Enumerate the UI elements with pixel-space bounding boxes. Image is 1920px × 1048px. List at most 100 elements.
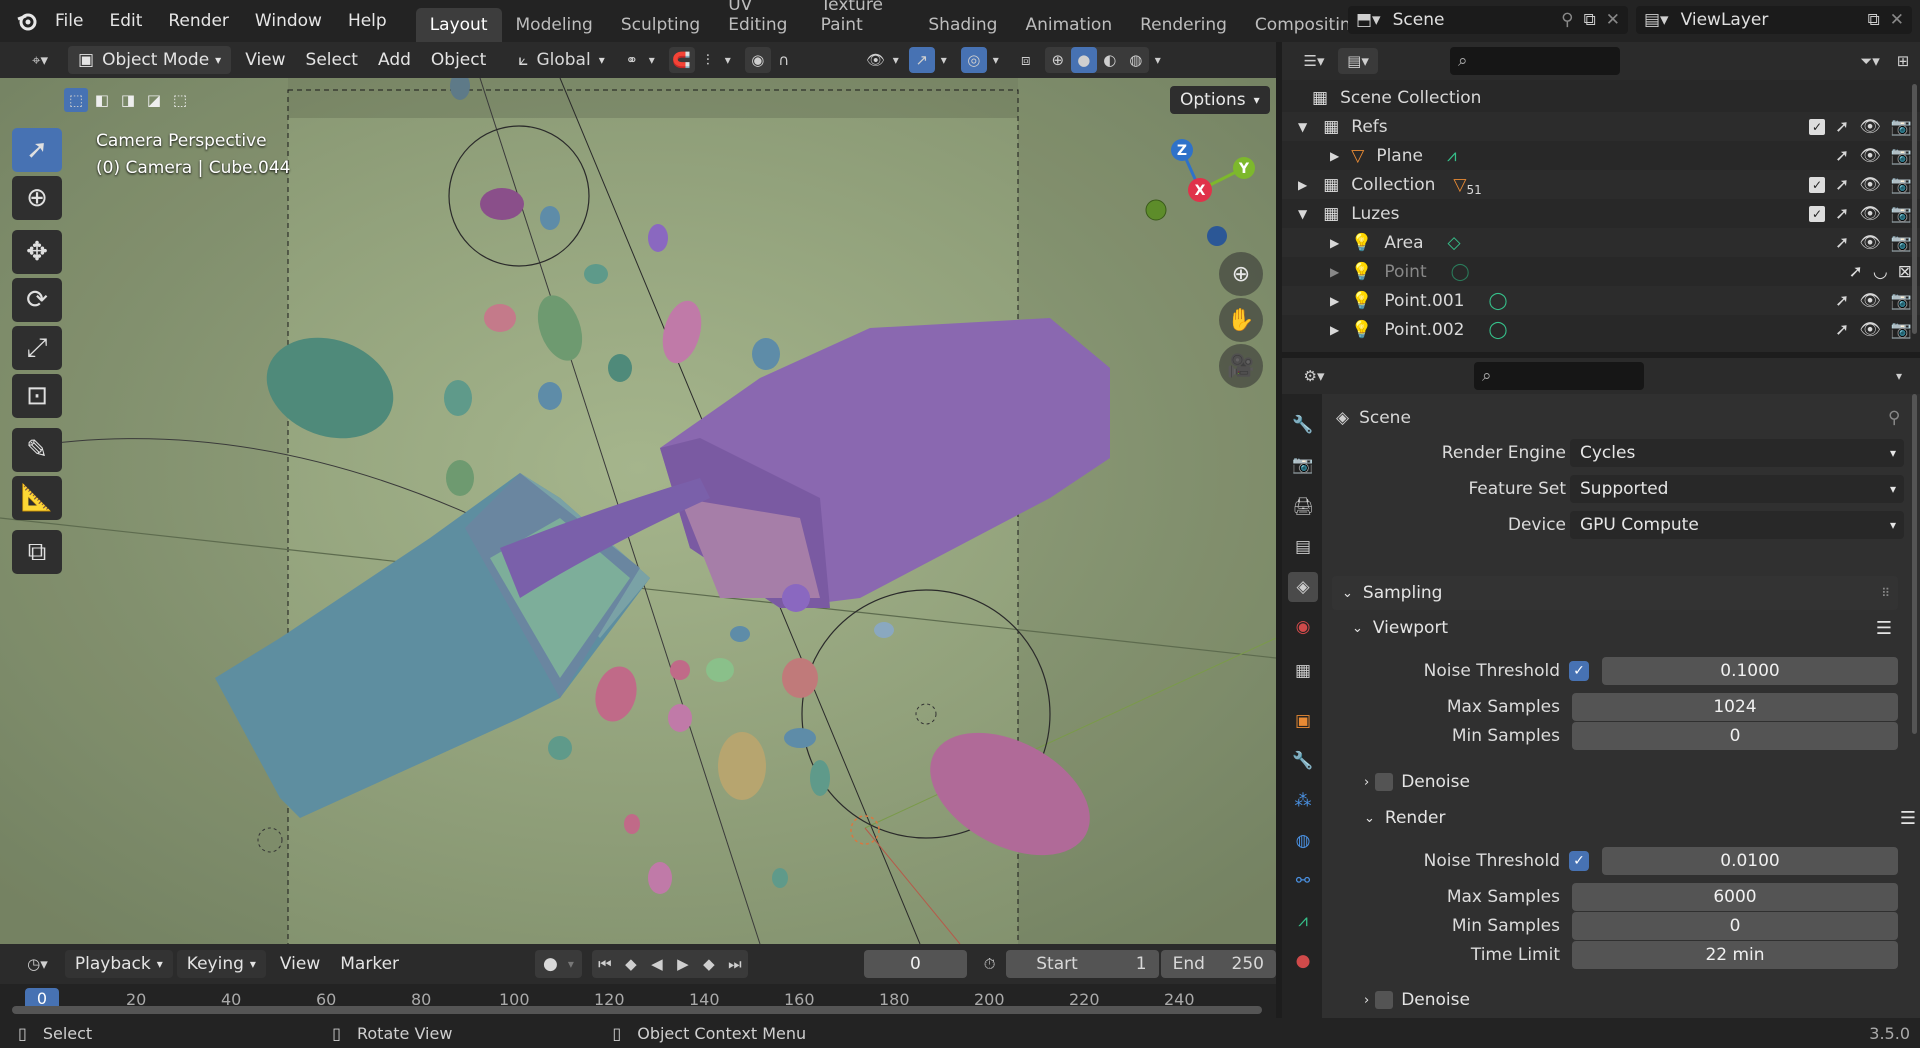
outliner-row-scene-collection[interactable]: ▦ Scene Collection (1282, 83, 1920, 112)
chevron-down-icon[interactable]: ▾ (889, 47, 903, 73)
expand-icon[interactable]: ▶ (1330, 236, 1339, 250)
snap-icon[interactable]: 🧲 (668, 47, 695, 73)
pivot-icon[interactable]: ⚭ (619, 47, 645, 73)
exclude-checkbox[interactable]: ✓ (1808, 176, 1825, 193)
noise-threshold-checkbox[interactable]: ✓ (1569, 661, 1589, 681)
eye-icon[interactable]: 👁 (1859, 233, 1881, 253)
feature-set-dropdown[interactable]: Supported ▾ (1570, 475, 1904, 503)
pin-icon[interactable]: ⚲ (1888, 408, 1900, 428)
device-dropdown[interactable]: GPU Compute ▾ (1570, 511, 1904, 539)
cursor-tool[interactable]: ⊕ (12, 176, 62, 220)
outliner-editor-icon[interactable]: ☰▾ (1294, 48, 1334, 74)
outliner-scrollbar[interactable] (1912, 84, 1917, 334)
outliner-row-point-001[interactable]: ▶ 💡 Point.001 ◯ ➚ 👁 📷 (1282, 286, 1920, 315)
select-cursor-icon[interactable]: ➚ (1849, 262, 1863, 282)
render-engine-dropdown[interactable]: Cycles ▾ (1570, 439, 1904, 467)
timeline-marker-menu[interactable]: Marker (330, 954, 409, 974)
outliner-search[interactable]: ⌕ (1450, 47, 1620, 75)
viewport-max-samples-field[interactable]: 1024 (1572, 693, 1898, 721)
expand-icon[interactable]: ▶ (1330, 294, 1339, 308)
exclude-checkbox[interactable]: ✓ (1808, 205, 1825, 222)
tab-sculpting[interactable]: Sculpting (607, 8, 714, 42)
navigation-gizmo[interactable]: Z Y X (1140, 128, 1260, 248)
scene-tab-icon[interactable]: ◈ (1288, 572, 1318, 602)
new-collection-icon[interactable]: ⊞ (1890, 48, 1916, 74)
tab-compositing[interactable]: Compositin (1241, 8, 1351, 42)
particles-tab-icon[interactable]: ⁂ (1288, 786, 1318, 816)
visibility-icon[interactable]: 👁 (863, 47, 889, 73)
render-denoise-header[interactable]: › Denoise (1364, 984, 1904, 1016)
chevron-down-icon[interactable]: ▾ (987, 47, 1005, 73)
outliner-row-luzes[interactable]: ▼ ▦ Luzes ✓ ➚ 👁 📷 (1282, 199, 1920, 228)
delete-view-layer-icon[interactable]: ✕ (1890, 10, 1904, 30)
material-tab-icon[interactable]: ● (1288, 946, 1318, 976)
chevron-down-icon[interactable]: ▾ (1149, 47, 1167, 73)
end-frame-field[interactable]: End 250 (1160, 950, 1276, 978)
view-layer-selector[interactable]: ▤▾ ViewLayer ⧉ ✕ (1636, 6, 1912, 34)
chevron-down-icon[interactable]: ▾ (1886, 363, 1912, 389)
prev-keyframe-icon[interactable]: ◆ (618, 951, 644, 977)
render-subpanel-header[interactable]: ⌄ Render ☰ (1364, 802, 1916, 834)
render-camera-icon[interactable]: 📷 (1891, 233, 1912, 253)
select-new-icon[interactable]: ⬚ (64, 88, 88, 112)
start-frame-field[interactable]: Start 1 (1006, 950, 1159, 978)
select-cursor-icon[interactable]: ➚ (1835, 291, 1849, 311)
eye-icon[interactable]: 👁 (1859, 291, 1881, 311)
new-view-layer-icon[interactable]: ⧉ (1868, 10, 1880, 30)
menu-window[interactable]: Window (242, 11, 335, 31)
rotate-tool[interactable]: ⟳ (12, 278, 62, 322)
properties-scrollbar[interactable] (1912, 394, 1917, 734)
measure-tool[interactable]: 📐 (12, 476, 62, 520)
keyframe-record[interactable]: ● ▾ (535, 950, 582, 978)
overlays-toggle-icon[interactable]: ◎ (960, 47, 987, 73)
outliner-row-collection[interactable]: ▶ ▦ Collection ▽ 51 ✓ ➚ 👁 📷 (1282, 170, 1920, 199)
display-mode-icon[interactable]: ▤▾ (1338, 48, 1378, 74)
tab-shading[interactable]: Shading (914, 8, 1011, 42)
options-dropdown[interactable]: Options ▾ (1170, 86, 1270, 114)
render-camera-icon[interactable]: 📷 (1891, 320, 1912, 340)
data-tab-icon[interactable]: ⩘ (1288, 906, 1318, 936)
jump-end-icon[interactable]: ⏭ (722, 951, 748, 977)
zoom-icon[interactable]: ⊕ (1219, 252, 1263, 296)
physics-tab-icon[interactable]: ◍ (1288, 826, 1318, 856)
transform-orientation[interactable]: ⟀ Global ▾ (518, 50, 604, 70)
wireframe-shading-icon[interactable]: ⊕ (1045, 47, 1071, 73)
eye-icon[interactable]: 👁 (1859, 175, 1881, 195)
chevron-down-icon[interactable]: ▾ (645, 47, 659, 73)
outliner-row-point-002[interactable]: ▶ 💡 Point.002 ◯ ➚ 👁 📷 (1282, 315, 1920, 344)
select-subtract-icon[interactable]: ◨ (116, 88, 140, 112)
eye-icon[interactable]: 👁 (1859, 320, 1881, 340)
render-camera-icon[interactable]: 📷 (1891, 146, 1912, 166)
denoise-checkbox[interactable] (1375, 773, 1394, 791)
timeline-view-menu[interactable]: View (270, 954, 330, 974)
denoise-checkbox[interactable] (1375, 991, 1394, 1009)
play-icon[interactable]: ▶ (670, 951, 696, 977)
menu-select[interactable]: Select (296, 50, 368, 70)
camera-view-icon[interactable]: 🎥 (1219, 344, 1263, 388)
world-tab-icon[interactable]: ◉ (1288, 612, 1318, 642)
next-keyframe-icon[interactable]: ◆ (696, 951, 722, 977)
expand-icon[interactable]: ▼ (1298, 207, 1307, 221)
mode-selector[interactable]: ▣ Object Mode ▾ (68, 46, 232, 74)
render-tab-icon[interactable]: 📷 (1288, 450, 1318, 480)
material-shading-icon[interactable]: ◐ (1097, 47, 1123, 73)
menu-view[interactable]: View (235, 50, 295, 70)
select-cursor-icon[interactable]: ➚ (1835, 204, 1849, 224)
tab-layout[interactable]: Layout (415, 8, 502, 42)
select-cursor-icon[interactable]: ➚ (1835, 320, 1849, 340)
modifier-tab-icon[interactable]: 🔧 (1288, 746, 1318, 776)
chevron-down-icon[interactable]: ▾ (935, 47, 953, 73)
render-camera-icon[interactable]: 📷 (1891, 175, 1912, 195)
viewport-noise-threshold-field[interactable]: 0.1000 (1602, 657, 1898, 685)
tab-texture-paint[interactable]: Texture Paint (807, 0, 915, 42)
select-invert-icon[interactable]: ◪ (142, 88, 166, 112)
proportional-edit-icon[interactable]: ◉ (744, 47, 771, 73)
keying-menu[interactable]: Keying ▾ (176, 950, 266, 978)
scene-selector[interactable]: ⬒▾ Scene ⚲ ⧉ ✕ (1348, 6, 1628, 34)
eye-icon[interactable]: 👁 (1859, 117, 1881, 137)
timeline-scrollbar[interactable] (12, 1006, 1262, 1014)
properties-editor-icon[interactable]: ⚙▾ (1294, 363, 1334, 389)
tab-modeling[interactable]: Modeling (502, 8, 607, 42)
move-tool[interactable]: ✥ (12, 230, 62, 274)
render-time-limit-field[interactable]: 22 min (1572, 941, 1898, 969)
